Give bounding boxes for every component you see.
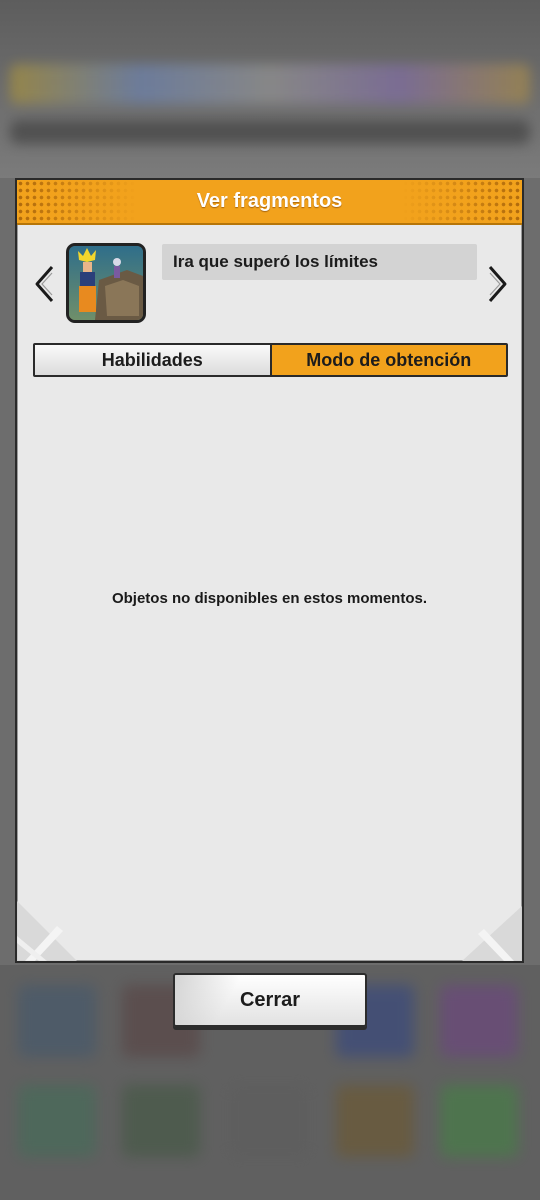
empty-state-message: Objetos no disponibles en estos momentos… bbox=[111, 590, 428, 607]
item-name: Ira que superó los límites bbox=[173, 252, 379, 271]
background-bar bbox=[10, 120, 530, 144]
background-tile bbox=[230, 1085, 308, 1157]
chevron-left-icon[interactable] bbox=[32, 264, 58, 304]
background-tile bbox=[122, 1085, 200, 1157]
background-tile bbox=[440, 985, 518, 1057]
background-tile bbox=[18, 1085, 96, 1157]
tab-bar: Habilidades Modo de obtención bbox=[33, 343, 508, 377]
item-name-box: Ira que superó los límites bbox=[162, 244, 477, 280]
fragments-modal: Ver fragmentos Ira que superó los límite… bbox=[15, 178, 524, 963]
background-tile bbox=[440, 1085, 518, 1157]
background-tile bbox=[18, 985, 96, 1057]
background-tile bbox=[336, 1085, 414, 1157]
close-button-label: Cerrar bbox=[239, 988, 301, 1011]
modal-header: Ver fragmentos bbox=[17, 180, 522, 225]
button-highlight bbox=[175, 975, 245, 1025]
modal-title: Ver fragmentos bbox=[196, 190, 343, 212]
close-button[interactable]: Cerrar bbox=[173, 973, 367, 1027]
tab-modo-de-obtencion[interactable]: Modo de obtención bbox=[271, 345, 506, 375]
character-thumbnail[interactable] bbox=[66, 243, 146, 323]
character-art bbox=[69, 246, 143, 320]
corner-decoration-right bbox=[462, 906, 522, 961]
corner-decoration-left bbox=[17, 901, 77, 961]
background-bar bbox=[10, 64, 530, 104]
chevron-right-icon[interactable] bbox=[484, 264, 510, 304]
tab-habilidades[interactable]: Habilidades bbox=[35, 345, 270, 375]
